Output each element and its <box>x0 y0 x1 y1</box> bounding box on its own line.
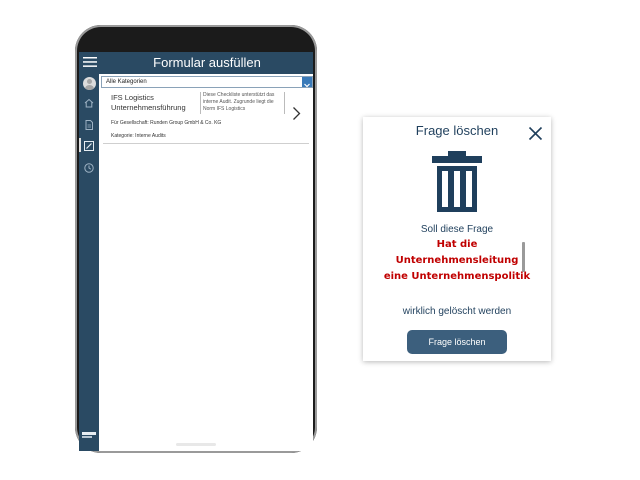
form-company: Für Gesellschaft: Runden Group GmbH & Co… <box>111 120 222 126</box>
home-icon[interactable] <box>83 97 95 109</box>
question-text: Hat die Unternehmensleitung eine Unterne… <box>383 239 531 282</box>
close-icon[interactable] <box>528 126 543 141</box>
form-category: Kategorie: Interne Audits <box>111 133 166 139</box>
phone-frame: Formular ausfüllen Alle Kategorien IFS L… <box>75 25 317 453</box>
sidebar <box>79 74 99 451</box>
dialog-title: Frage löschen <box>415 123 499 138</box>
category-filter-value: Alle Kategorien <box>106 79 147 85</box>
form-title: IFS Logistics Unternehmensführung <box>111 93 186 112</box>
document-icon[interactable] <box>83 119 95 131</box>
chevron-down-icon <box>304 83 310 88</box>
brand-logo <box>82 432 96 438</box>
form-list-item[interactable]: IFS Logistics Unternehmensführung Diese … <box>103 90 309 144</box>
form-title-container: IFS Logistics Unternehmensführung <box>111 93 197 117</box>
home-indicator <box>176 443 216 446</box>
delete-question-dialog: Frage löschen Soll diese Frage Hat die U… <box>363 117 551 361</box>
history-icon[interactable] <box>83 162 95 174</box>
avatar[interactable] <box>83 77 96 90</box>
delete-question-button[interactable]: Frage löschen <box>407 330 507 354</box>
question-text-scroll[interactable]: Hat die Unternehmensleitung eine Unterne… <box>383 237 531 301</box>
dialog-question: Soll diese Frage <box>420 224 494 235</box>
app-header: Formular ausfüllen <box>79 52 313 74</box>
edit-form-icon[interactable] <box>83 140 95 152</box>
chevron-right-icon[interactable] <box>292 106 301 121</box>
dialog-confirm-text: wirklich gelöscht werden <box>402 306 512 317</box>
scrollbar[interactable] <box>522 242 525 272</box>
form-description-container: Diese Checkliste unterstützt das interne… <box>200 92 285 114</box>
active-nav-indicator <box>79 138 81 152</box>
app-screen: Formular ausfüllen Alle Kategorien IFS L… <box>79 52 313 451</box>
dropdown-button[interactable] <box>302 77 312 88</box>
page-title: Formular ausfüllen <box>153 55 261 70</box>
trash-icon <box>432 151 482 212</box>
hamburger-menu-icon[interactable] <box>83 56 97 68</box>
form-description: Diese Checkliste unterstützt das interne… <box>203 92 275 112</box>
category-filter-dropdown[interactable]: Alle Kategorien <box>101 76 313 88</box>
